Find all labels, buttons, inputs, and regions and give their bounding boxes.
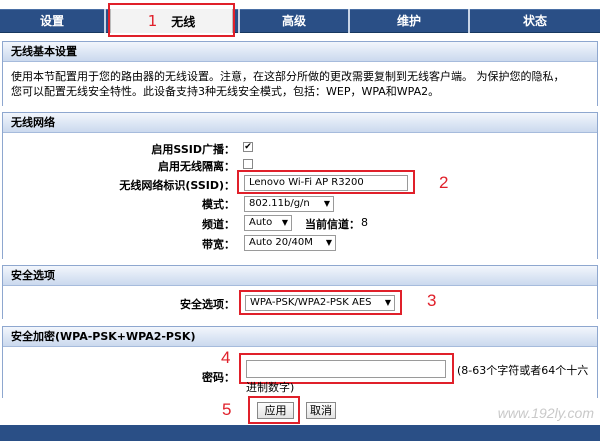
isolation-checkbox[interactable] xyxy=(243,159,253,169)
tab-settings[interactable]: 设置 xyxy=(0,9,104,33)
encryption-section: 安全加密(WPA-PSK+WPA2-PSK) 密码： 4 (8-63个字符或者6… xyxy=(2,326,598,398)
mode-select[interactable]: 802.11b/g/n ▼ xyxy=(244,196,334,212)
mode-label: 模式： xyxy=(202,198,235,211)
chevron-down-icon: ▼ xyxy=(323,199,330,208)
description-line: 您可以配置无线安全特性。此设备支持3种无线安全模式，包括：WEP，WPA和WPA… xyxy=(11,85,440,98)
section-title: 无线网络 xyxy=(3,113,597,133)
highlight-step-3 xyxy=(239,290,402,315)
section-body: 安全选项： WPA-PSK/WPA2-PSK AES ▼ 3 xyxy=(3,286,597,319)
section-title: 安全加密(WPA-PSK+WPA2-PSK) xyxy=(3,327,597,347)
ssid-broadcast-checkbox[interactable]: ✔ xyxy=(243,142,253,152)
watermark: www.192ly.com xyxy=(497,405,594,421)
step-2-number: 2 xyxy=(439,173,449,192)
highlight-step-5 xyxy=(248,396,300,424)
ssid-label: 无线网络标识(SSID)： xyxy=(119,179,235,192)
section-title: 无线基本设置 xyxy=(3,42,597,62)
security-option-label: 安全选项： xyxy=(180,298,235,311)
password-hint: (8-63个字符或者64个十六 xyxy=(457,364,589,377)
top-nav: 设置 1 无线 高级 维护 状态 xyxy=(0,0,600,40)
section-body: 使用本节配置用于您的路由器的无线设置。注意，在这部分所做的更改需要复制到无线客户… xyxy=(3,62,597,106)
section-title: 安全选项 xyxy=(3,266,597,286)
current-channel-label: 当前信道： xyxy=(305,218,360,231)
channel-select[interactable]: Auto ▼ xyxy=(244,215,292,231)
tab-advanced[interactable]: 高级 xyxy=(240,9,348,33)
step-5-number: 5 xyxy=(222,400,232,419)
current-channel-value: 8 xyxy=(361,216,368,229)
security-options-section: 安全选项 安全选项： WPA-PSK/WPA2-PSK AES ▼ 3 xyxy=(2,265,598,319)
password-label: 密码： xyxy=(202,371,235,384)
password-hint-continued: 进制数字) xyxy=(246,381,295,394)
description-line: 使用本节配置用于您的路由器的无线设置。注意，在这部分所做的更改需要复制到无线客户… xyxy=(11,70,565,83)
tab-maintenance[interactable]: 维护 xyxy=(350,9,468,33)
bandwidth-label: 带宽： xyxy=(202,238,235,251)
highlight-step-2 xyxy=(237,170,415,194)
step-3-number: 3 xyxy=(427,291,437,310)
step-4-number: 4 xyxy=(221,348,231,367)
channel-label: 频道： xyxy=(202,218,235,231)
section-body: 密码： 4 (8-63个字符或者64个十六 进制数字) xyxy=(3,347,597,398)
highlight-step-1 xyxy=(108,3,235,37)
bottom-bar xyxy=(0,425,600,441)
bandwidth-select[interactable]: Auto 20/40M ▼ xyxy=(244,235,336,251)
mode-select-value: 802.11b/g/n xyxy=(249,198,310,209)
tab-divider xyxy=(104,9,106,33)
isolation-label: 启用无线隔离： xyxy=(158,160,235,173)
channel-select-value: Auto xyxy=(249,217,273,228)
chevron-down-icon: ▼ xyxy=(325,238,332,247)
tab-status[interactable]: 状态 xyxy=(470,9,600,33)
bandwidth-select-value: Auto 20/40M xyxy=(249,237,313,248)
wireless-network-section: 无线网络 启用SSID广播： ✔ 启用无线隔离： 无线网络标识(SSID)： L… xyxy=(2,112,598,259)
chevron-down-icon: ▼ xyxy=(281,218,288,227)
basic-settings-section: 无线基本设置 使用本节配置用于您的路由器的无线设置。注意，在这部分所做的更改需要… xyxy=(2,41,598,106)
section-body: 启用SSID广播： ✔ 启用无线隔离： 无线网络标识(SSID)： Lenovo… xyxy=(3,133,597,259)
ssid-broadcast-label: 启用SSID广播： xyxy=(151,143,235,156)
cancel-button[interactable]: 取消 xyxy=(306,402,336,419)
